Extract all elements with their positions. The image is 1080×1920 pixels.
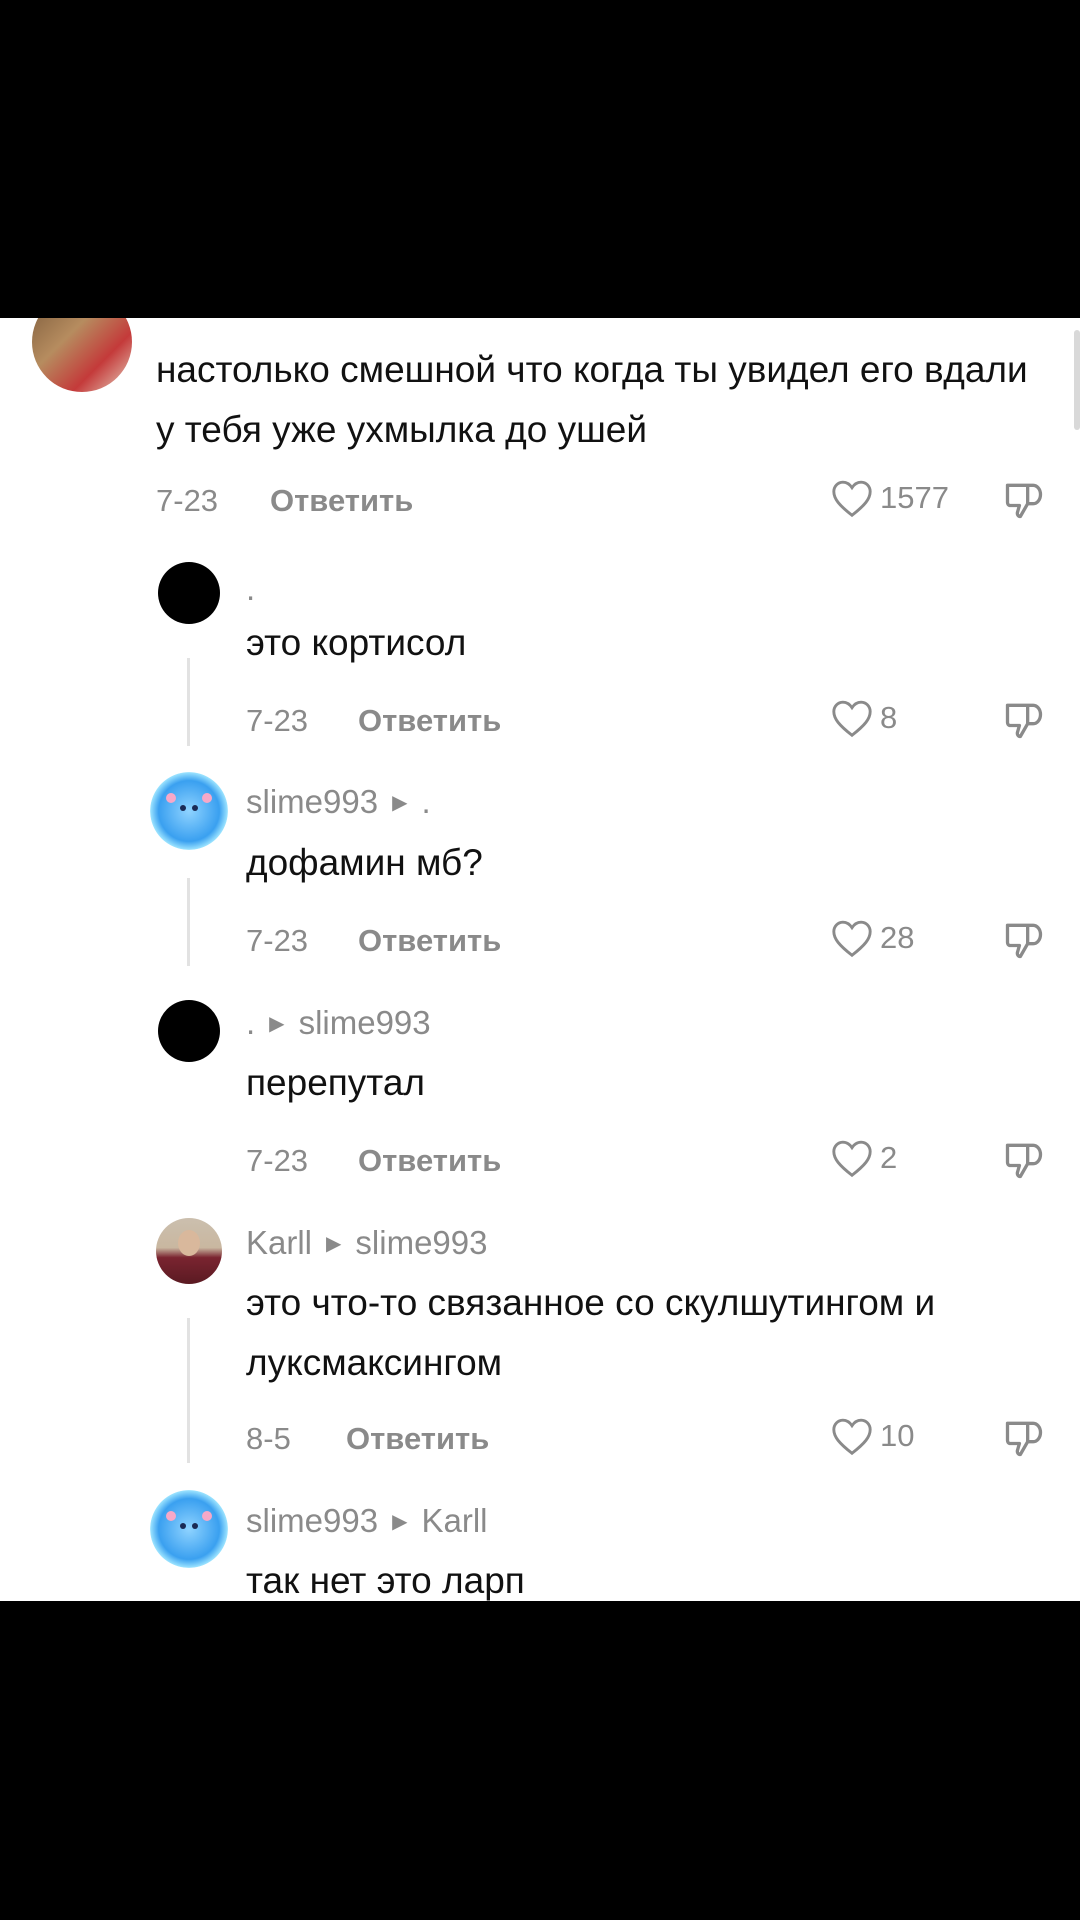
- like-button[interactable]: 8: [830, 698, 897, 738]
- scrollbar[interactable]: [1074, 330, 1080, 430]
- comment-date: 7-23: [156, 483, 219, 518]
- reply-to-name[interactable]: slime993: [299, 1004, 431, 1042]
- comment-author[interactable]: slime993 ▶ .: [246, 783, 431, 821]
- comment-author[interactable]: Karll ▶ slime993: [246, 1224, 488, 1262]
- avatar[interactable]: [158, 562, 220, 624]
- reply-arrow-icon: ▶: [392, 1510, 408, 1533]
- avatar[interactable]: [150, 772, 228, 850]
- like-count: 10: [880, 1418, 915, 1453]
- like-count: 1577: [880, 480, 949, 515]
- heart-icon: [832, 480, 872, 518]
- comment-date: 7-23: [246, 703, 309, 738]
- heart-icon: [832, 1418, 872, 1456]
- comment-date: 7-23: [246, 923, 309, 958]
- comment-author[interactable]: slime993 ▶ Karll: [246, 1502, 488, 1540]
- like-count: 2: [880, 1140, 898, 1175]
- comment-text: настолько смешной что когда ты увидел ег…: [156, 349, 1028, 450]
- comments-panel: настолько смешной что когда ты увидел ег…: [0, 318, 1080, 1601]
- thread-line: [187, 658, 190, 746]
- author-name[interactable]: .: [246, 570, 255, 608]
- thread-line: [187, 878, 190, 966]
- heart-icon: [832, 700, 872, 738]
- reply-arrow-icon: ▶: [326, 1232, 342, 1255]
- comment-date: 7-23: [246, 1143, 309, 1178]
- reply-button[interactable]: Ответить: [358, 923, 501, 959]
- like-button[interactable]: 10: [830, 1416, 914, 1456]
- avatar[interactable]: [156, 1218, 222, 1284]
- comment-date: 8-5: [246, 1421, 291, 1456]
- avatar[interactable]: [150, 1490, 228, 1568]
- comment-text: это кортисол: [246, 622, 467, 663]
- dislike-icon[interactable]: [1002, 1416, 1046, 1460]
- reply-to-name[interactable]: Karll: [421, 1502, 487, 1540]
- author-name[interactable]: .: [246, 1004, 255, 1042]
- comment-author[interactable]: .: [246, 570, 255, 608]
- comment-text: перепутал: [246, 1062, 426, 1103]
- reply-to-name[interactable]: slime993: [355, 1224, 487, 1262]
- reply-button[interactable]: Ответить: [358, 703, 501, 739]
- reply-arrow-icon: ▶: [392, 791, 408, 814]
- dislike-icon[interactable]: [1002, 698, 1046, 742]
- comment-author[interactable]: . ▶ slime993: [246, 1004, 431, 1042]
- author-name[interactable]: slime993: [246, 783, 378, 821]
- dislike-icon[interactable]: [1002, 918, 1046, 962]
- comment-text: так нет это ларп: [246, 1560, 525, 1601]
- dislike-icon[interactable]: [1002, 478, 1046, 522]
- like-button[interactable]: 2: [830, 1138, 897, 1178]
- reply-button[interactable]: Ответить: [358, 1143, 501, 1179]
- slime-avatar-face: [166, 793, 212, 825]
- like-button[interactable]: 1577: [830, 478, 949, 518]
- reply-button[interactable]: Ответить: [346, 1421, 489, 1457]
- author-name[interactable]: slime993: [246, 1502, 378, 1540]
- avatar[interactable]: [158, 1000, 220, 1062]
- thread-line: [187, 1318, 190, 1463]
- karl-avatar-face: [178, 1230, 200, 1256]
- comment-text: дофамин мб?: [246, 842, 483, 883]
- heart-icon: [832, 920, 872, 958]
- author-name[interactable]: Karll: [246, 1224, 312, 1262]
- dislike-icon[interactable]: [1002, 1138, 1046, 1182]
- reply-arrow-icon: ▶: [269, 1012, 285, 1035]
- reply-to-name[interactable]: .: [421, 783, 430, 821]
- like-count: 28: [880, 920, 915, 955]
- like-count: 8: [880, 700, 898, 735]
- comment-text: это что-то связанное со скулшутингом и л…: [246, 1282, 936, 1383]
- heart-icon: [832, 1140, 872, 1178]
- like-button[interactable]: 28: [830, 918, 914, 958]
- avatar[interactable]: [32, 318, 132, 392]
- slime-avatar-face: [166, 1511, 212, 1543]
- reply-button[interactable]: Ответить: [270, 483, 413, 519]
